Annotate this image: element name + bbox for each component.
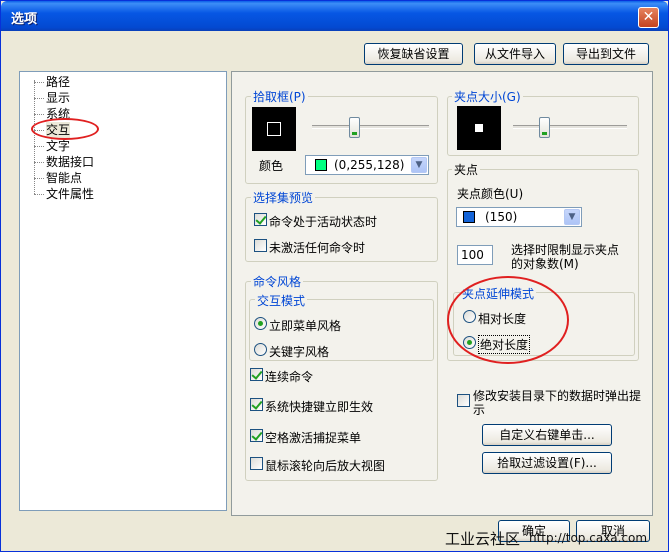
close-button[interactable]: ✕ xyxy=(638,7,659,28)
pickbox-color-value: (0,255,128) xyxy=(334,158,405,172)
grip-color-select[interactable]: (150) ▼ xyxy=(456,207,582,227)
custom-right-click-button[interactable]: 自定义右键单击... xyxy=(482,424,612,446)
pickbox-size-track xyxy=(312,125,429,129)
tree-item-label: 显示 xyxy=(46,91,71,105)
interaction-mode-label: 交互模式 xyxy=(255,292,308,309)
import-from-file-button[interactable]: 从文件导入 xyxy=(474,43,556,65)
grip-size-label: 夹点大小(G) xyxy=(452,88,523,105)
tree-item-label: 文件属性 xyxy=(46,187,95,201)
tree-item-text[interactable]: 文字 xyxy=(20,138,140,154)
shortcut-immediate-label: 系统快捷键立即生效 xyxy=(265,400,374,414)
popup-on-modify-checkbox[interactable] xyxy=(457,394,470,407)
window-title: 选项 xyxy=(11,12,38,27)
pickbox-group-label: 拾取框(P) xyxy=(251,88,308,105)
options-dialog: 选项 ✕ 恢复缺省设置 从文件导入 导出到文件 路径 显示 系统 交互 文字 数… xyxy=(0,0,669,552)
grip-limit-input[interactable]: 100 xyxy=(457,245,493,265)
tree-item-label: 路径 xyxy=(46,75,71,89)
color-swatch-icon xyxy=(315,159,327,171)
tree-item-label: 数据接口 xyxy=(46,155,95,169)
no-command-checkbox[interactable] xyxy=(254,239,267,252)
restore-defaults-button[interactable]: 恢复缺省设置 xyxy=(364,43,463,65)
no-command-label: 未激活任何命令时 xyxy=(269,241,366,255)
grip-size-track xyxy=(513,125,627,129)
grip-color-value: (150) xyxy=(485,210,518,224)
tree-item-display[interactable]: 显示 xyxy=(20,90,140,106)
red-annotation-ellipse xyxy=(447,276,569,364)
chevron-down-icon: ▼ xyxy=(411,157,427,173)
grip-size-slider[interactable] xyxy=(538,117,550,138)
grip-limit-label-line2: 的对象数(M) xyxy=(511,257,579,271)
popup-on-modify-label-line1: 修改安装目录下的数据时弹出提 xyxy=(473,389,642,403)
shortcut-immediate-checkbox[interactable] xyxy=(250,398,263,411)
tree-item-data-interface[interactable]: 数据接口 xyxy=(20,154,140,170)
active-command-label: 命令处于活动状态时 xyxy=(269,215,378,229)
continuous-command-checkbox[interactable] xyxy=(250,368,263,381)
tree-item-path[interactable]: 路径 xyxy=(20,74,140,90)
title-bar[interactable]: 选项 ✕ xyxy=(1,1,668,31)
pickbox-preview xyxy=(252,107,296,151)
command-style-label: 命令风格 xyxy=(251,273,304,290)
continuous-command-label: 连续命令 xyxy=(265,370,314,384)
tree-item-file-properties[interactable]: 文件属性 xyxy=(20,186,140,202)
tree-item-label: 文字 xyxy=(46,139,71,153)
keyword-style-label: 关键字风格 xyxy=(269,345,330,359)
grip-color-label: 夹点颜色(U) xyxy=(457,187,524,201)
menu-style-radio[interactable] xyxy=(254,317,267,330)
tree-item-label: 智能点 xyxy=(46,171,83,185)
pickbox-size-slider[interactable] xyxy=(349,117,361,138)
wheel-zoom-label: 鼠标滚轮向后放大视图 xyxy=(265,459,386,473)
grip-size-preview xyxy=(457,106,501,150)
color-swatch-icon xyxy=(463,211,475,223)
tree-item-smart-point[interactable]: 智能点 xyxy=(20,170,140,186)
space-snap-menu-label: 空格激活捕捉菜单 xyxy=(265,431,362,445)
keyword-style-radio[interactable] xyxy=(254,343,267,356)
space-snap-menu-checkbox[interactable] xyxy=(250,429,263,442)
grips-group-label: 夹点 xyxy=(452,161,481,178)
red-annotation-ellipse xyxy=(31,118,99,140)
active-command-checkbox[interactable] xyxy=(254,213,267,226)
chevron-down-icon: ▼ xyxy=(564,209,580,225)
pickbox-color-label: 颜色 xyxy=(259,159,284,173)
export-to-file-button[interactable]: 导出到文件 xyxy=(563,43,649,65)
watermark-text: 工业云社区 xyxy=(445,530,521,548)
wheel-zoom-checkbox[interactable] xyxy=(250,457,263,470)
popup-on-modify-label-line2: 示 xyxy=(473,403,486,417)
watermark-url: http://top.caxa.com xyxy=(529,531,648,545)
pick-filter-settings-button[interactable]: 拾取过滤设置(F)... xyxy=(482,452,612,474)
menu-style-label: 立即菜单风格 xyxy=(269,319,342,333)
selection-preview-label: 选择集预览 xyxy=(251,189,316,206)
pickbox-color-select[interactable]: (0,255,128) ▼ xyxy=(305,155,429,175)
